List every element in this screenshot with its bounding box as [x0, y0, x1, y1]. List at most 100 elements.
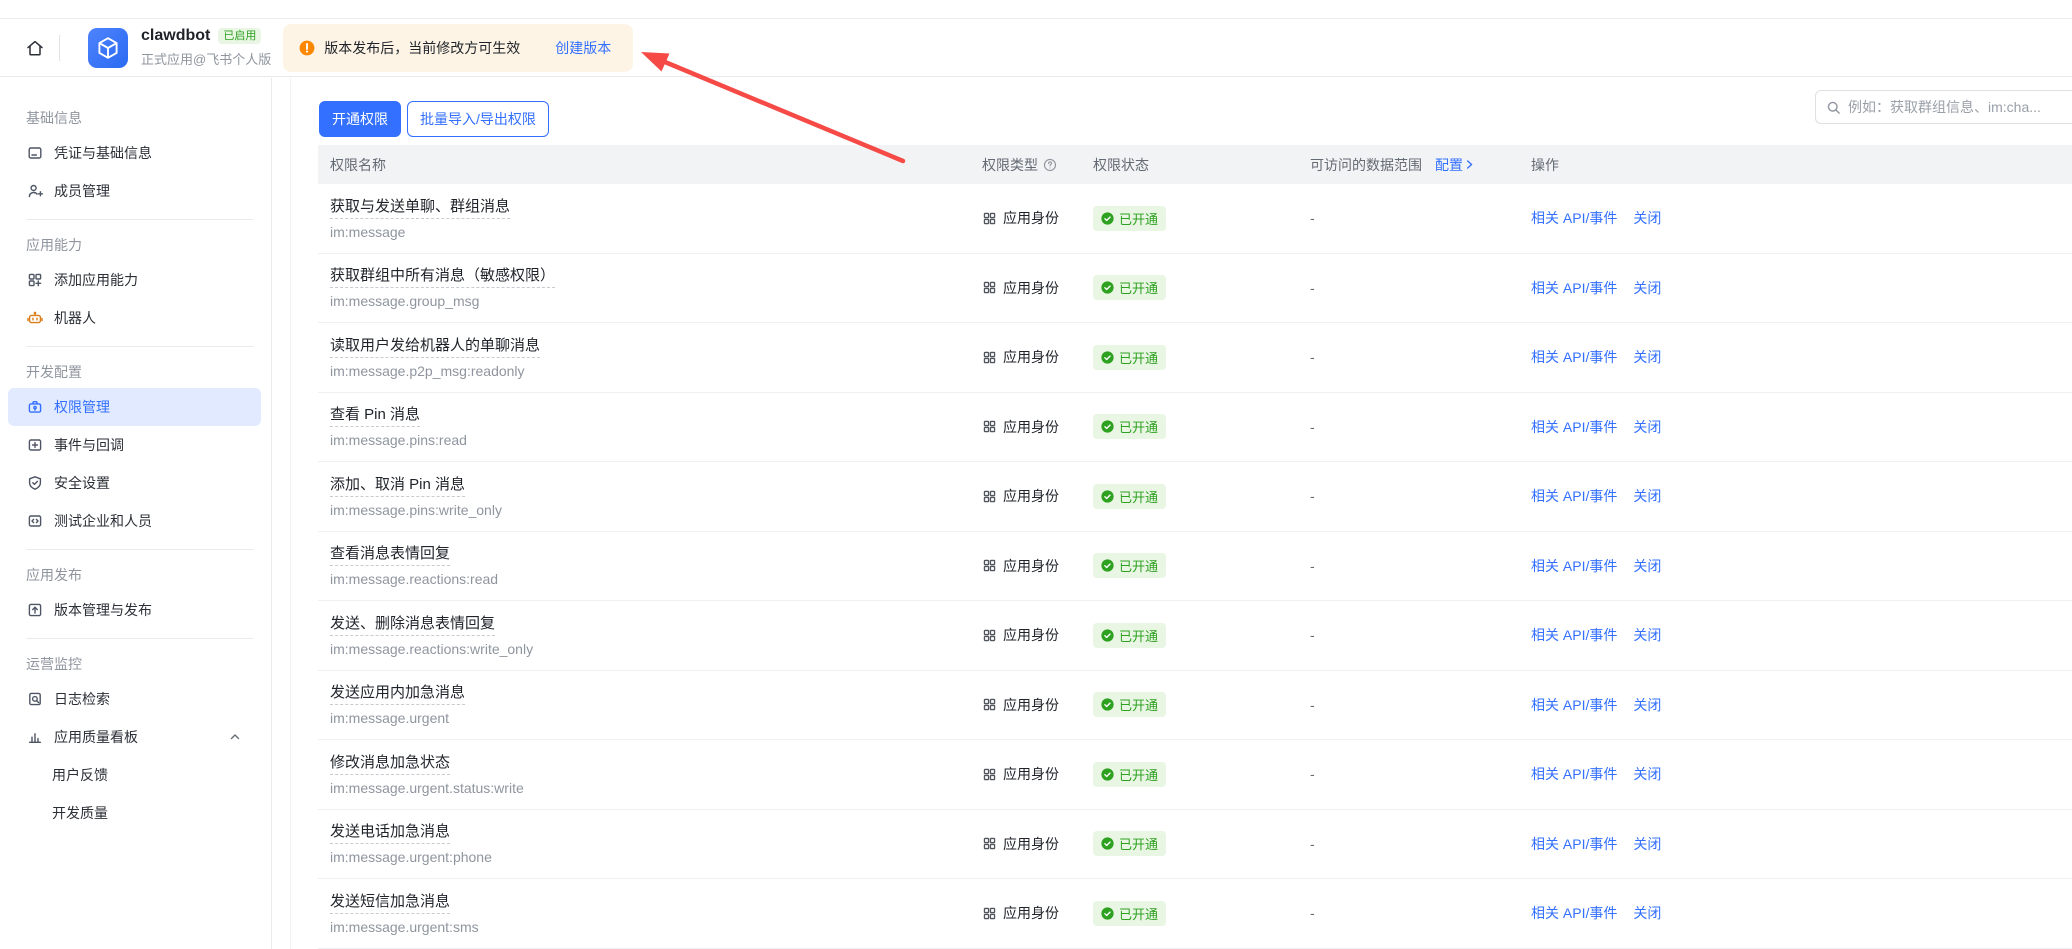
status-badge: 已开通	[1093, 623, 1166, 648]
create-version-link[interactable]: 创建版本	[555, 38, 611, 58]
sidebar-subitem-开发质量[interactable]: 开发质量	[8, 794, 261, 832]
sidebar-item-权限管理[interactable]: 权限管理	[8, 388, 261, 426]
permission-type-label: 应用身份	[1003, 556, 1059, 576]
close-permission-link[interactable]: 关闭	[1633, 627, 1661, 643]
close-permission-link[interactable]: 关闭	[1633, 836, 1661, 852]
sidebar-item-测试企业和人员[interactable]: 测试企业和人员	[8, 502, 261, 540]
related-api-events-link[interactable]: 相关 API/事件	[1531, 488, 1617, 504]
permission-name[interactable]: 发送短信加急消息	[330, 892, 450, 914]
close-permission-link[interactable]: 关闭	[1633, 280, 1661, 296]
close-permission-link[interactable]: 关闭	[1633, 766, 1661, 782]
close-permission-link[interactable]: 关闭	[1633, 697, 1661, 713]
sidebar-item-凭证与基础信息[interactable]: 凭证与基础信息	[8, 134, 261, 172]
related-api-events-link[interactable]: 相关 API/事件	[1531, 766, 1617, 782]
close-permission-link[interactable]: 关闭	[1633, 488, 1661, 504]
app-enabled-badge: 已启用	[218, 28, 261, 44]
permission-name[interactable]: 获取群组中所有消息（敏感权限）	[330, 266, 555, 288]
related-api-events-link[interactable]: 相关 API/事件	[1531, 627, 1617, 643]
permission-name[interactable]: 查看 Pin 消息	[330, 405, 420, 427]
permission-status-cell: 已开通	[1093, 762, 1310, 787]
column-permission-name: 权限名称	[318, 155, 982, 175]
related-api-events-link[interactable]: 相关 API/事件	[1531, 697, 1617, 713]
app-identity-icon	[982, 211, 997, 226]
sidebar-item-版本管理与发布[interactable]: 版本管理与发布	[8, 591, 261, 629]
user-plus-icon	[27, 183, 43, 199]
search-input[interactable]	[1848, 99, 2072, 115]
sidebar-item-机器人[interactable]: 机器人	[8, 299, 261, 337]
related-api-events-link[interactable]: 相关 API/事件	[1531, 210, 1617, 226]
sidebar-item-事件与回调[interactable]: 事件与回调	[8, 426, 261, 464]
permission-name[interactable]: 发送电话加急消息	[330, 822, 450, 844]
related-api-events-link[interactable]: 相关 API/事件	[1531, 836, 1617, 852]
permission-type-cell: 应用身份	[982, 486, 1093, 506]
permission-name-cell: 获取群组中所有消息（敏感权限）im:message.group_msg	[318, 266, 982, 309]
home-icon	[25, 38, 45, 58]
actions-cell: 相关 API/事件关闭	[1531, 903, 2072, 923]
data-range-cell: -	[1310, 488, 1531, 504]
permission-name[interactable]: 发送应用内加急消息	[330, 683, 465, 705]
sidebar-item-成员管理[interactable]: 成员管理	[8, 172, 261, 210]
status-badge: 已开通	[1093, 762, 1166, 787]
close-permission-link[interactable]: 关闭	[1633, 905, 1661, 921]
content-divider	[290, 78, 291, 949]
app-identity-icon	[982, 558, 997, 573]
permission-name-cell: 修改消息加急状态im:message.urgent.status:write	[318, 753, 982, 796]
related-api-events-link[interactable]: 相关 API/事件	[1531, 419, 1617, 435]
actions-cell: 相关 API/事件关闭	[1531, 208, 2072, 228]
event-square-icon	[27, 437, 43, 453]
permission-name-cell: 查看 Pin 消息im:message.pins:read	[318, 405, 982, 448]
permission-name[interactable]: 获取与发送单聊、群组消息	[330, 197, 510, 219]
table-row: 查看消息表情回复im:message.reactions:read应用身份已开通…	[318, 532, 2072, 602]
permission-scope: im:message.urgent:phone	[330, 849, 982, 865]
permission-status-cell: 已开通	[1093, 275, 1310, 300]
check-circle-icon	[1101, 351, 1114, 364]
app-identity-icon	[982, 280, 997, 295]
status-badge: 已开通	[1093, 692, 1166, 717]
batch-import-export-button[interactable]: 批量导入/导出权限	[407, 101, 549, 137]
permission-scope: im:message.urgent:sms	[330, 919, 982, 935]
permission-management-page: clawdbot 已启用 正式应用@飞书个人版 版本发布后，当前修改方可生效 创…	[0, 0, 2072, 949]
chevron-up-icon[interactable]	[229, 731, 241, 743]
related-api-events-link[interactable]: 相关 API/事件	[1531, 558, 1617, 574]
related-api-events-link[interactable]: 相关 API/事件	[1531, 280, 1617, 296]
actions-cell: 相关 API/事件关闭	[1531, 695, 2072, 715]
close-permission-link[interactable]: 关闭	[1633, 558, 1661, 574]
permission-type-label: 应用身份	[1003, 625, 1059, 645]
sidebar-item-应用质量看板[interactable]: 应用质量看板	[8, 718, 261, 756]
sidebar-subitem-用户反馈[interactable]: 用户反馈	[8, 756, 261, 794]
related-api-events-link[interactable]: 相关 API/事件	[1531, 905, 1617, 921]
permission-type-cell: 应用身份	[982, 556, 1093, 576]
help-icon[interactable]	[1043, 158, 1057, 172]
data-range-cell: -	[1310, 697, 1531, 713]
permission-scope: im:message.urgent	[330, 710, 982, 726]
status-badge: 已开通	[1093, 553, 1166, 578]
permission-status-cell: 已开通	[1093, 901, 1310, 926]
app-identity-icon	[982, 836, 997, 851]
related-api-events-link[interactable]: 相关 API/事件	[1531, 349, 1617, 365]
permission-type-cell: 应用身份	[982, 208, 1093, 228]
open-permission-button[interactable]: 开通权限	[319, 101, 401, 137]
sidebar-item-日志检索[interactable]: 日志检索	[8, 680, 261, 718]
close-permission-link[interactable]: 关闭	[1633, 210, 1661, 226]
sidebar-item-安全设置[interactable]: 安全设置	[8, 464, 261, 502]
permission-name[interactable]: 发送、删除消息表情回复	[330, 614, 495, 636]
app-header: clawdbot 已启用 正式应用@飞书个人版 版本发布后，当前修改方可生效 创…	[0, 18, 2072, 77]
sidebar-item-添加应用能力[interactable]: 添加应用能力	[8, 261, 261, 299]
sidebar-item-label: 应用质量看板	[54, 727, 138, 747]
close-permission-link[interactable]: 关闭	[1633, 349, 1661, 365]
alert-icon	[299, 40, 315, 56]
permission-name[interactable]: 读取用户发给机器人的单聊消息	[330, 336, 540, 358]
app-identity-icon	[982, 350, 997, 365]
permission-name-cell: 发送电话加急消息 im:message.urgent:phone	[318, 822, 982, 865]
permission-name-cell: 获取与发送单聊、群组消息im:message	[318, 197, 982, 240]
actions-cell: 相关 API/事件关闭	[1531, 347, 2072, 367]
configure-link[interactable]: 配置	[1435, 155, 1475, 175]
permission-name[interactable]: 查看消息表情回复	[330, 544, 450, 566]
close-permission-link[interactable]: 关闭	[1633, 419, 1661, 435]
permission-type-label: 应用身份	[1003, 695, 1059, 715]
check-circle-icon	[1101, 629, 1114, 642]
permission-name[interactable]: 添加、取消 Pin 消息	[330, 475, 465, 497]
publish-square-icon	[27, 602, 43, 618]
permission-name[interactable]: 修改消息加急状态	[330, 753, 450, 775]
home-button[interactable]	[24, 37, 46, 59]
